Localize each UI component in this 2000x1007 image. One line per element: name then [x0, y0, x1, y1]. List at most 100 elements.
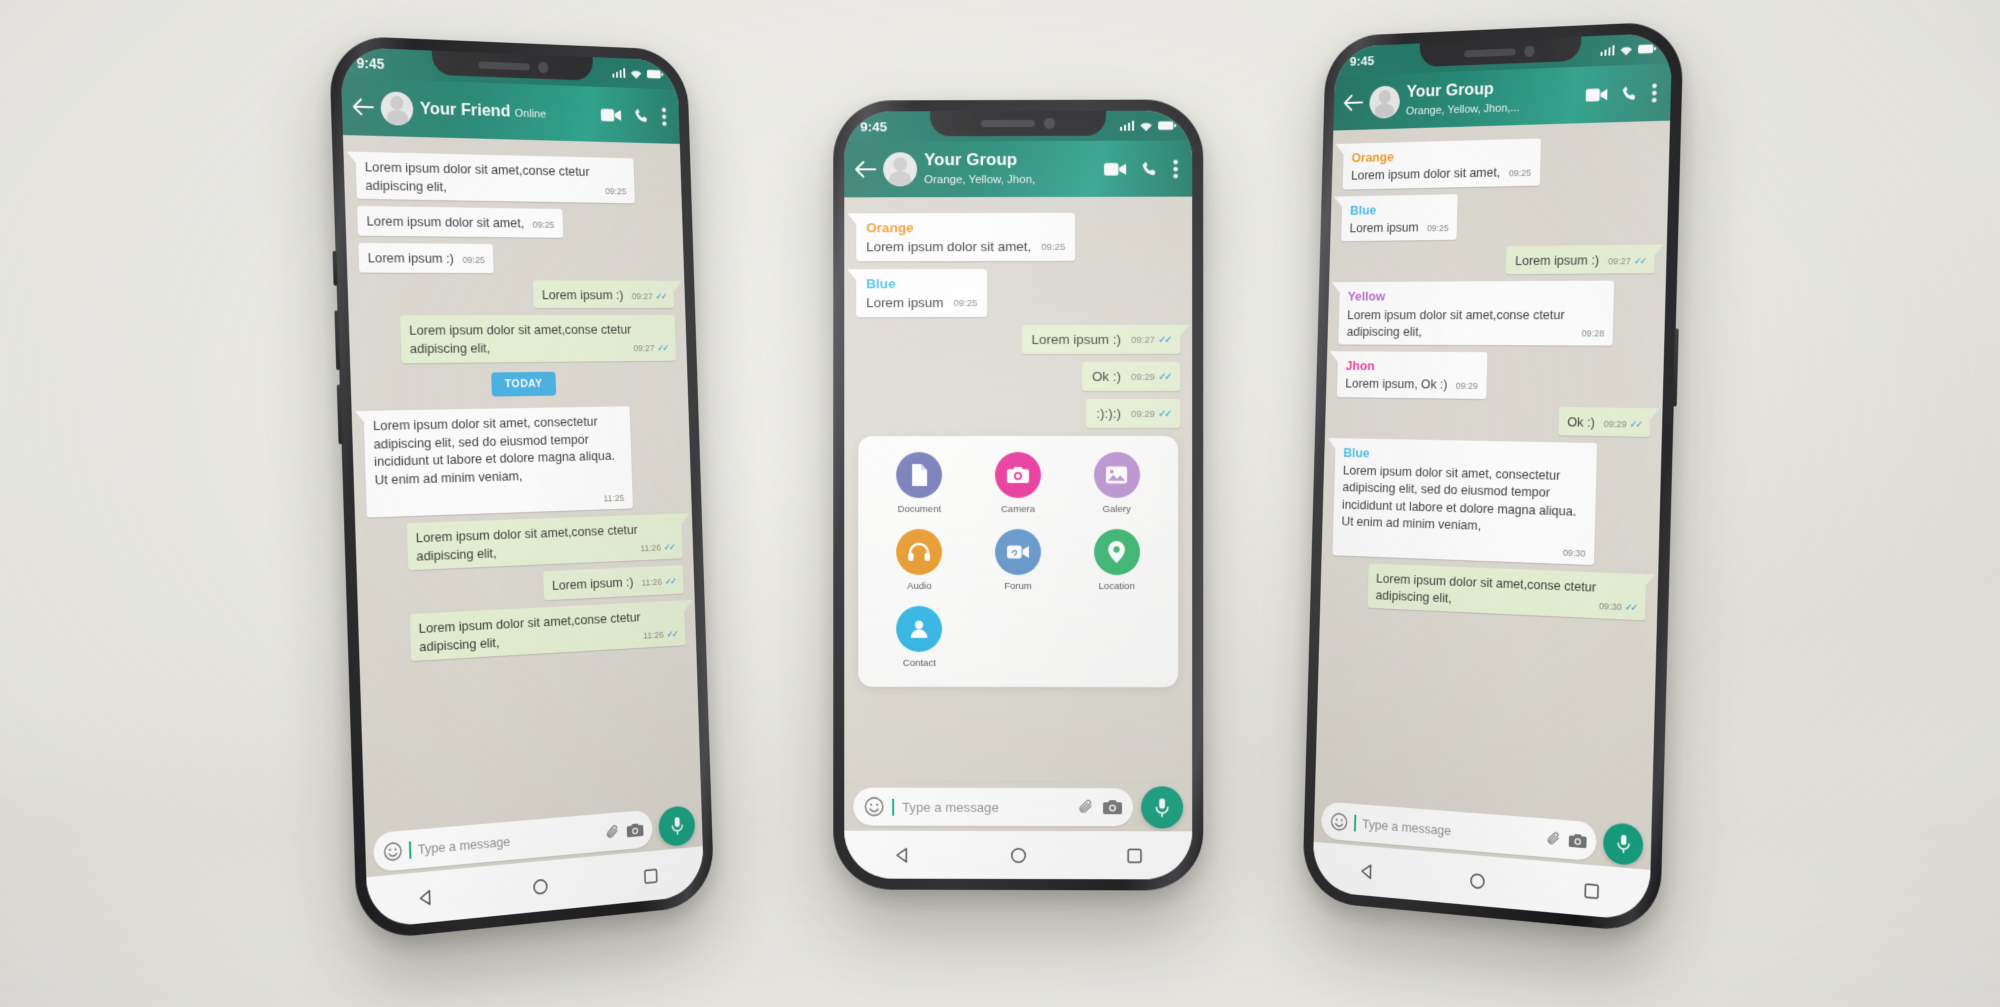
paperclip-icon[interactable]: [1545, 829, 1562, 848]
phone3-power-button[interactable]: [1672, 328, 1679, 407]
message-time: 11:25: [603, 492, 625, 504]
chat-bubble[interactable]: Ok :) 09:29 ✓✓: [1081, 362, 1181, 392]
message-text: Lorem ipsum :): [541, 287, 624, 302]
message-time: 09:27: [1607, 256, 1632, 267]
message-row: Orange Lorem ipsum dolor sit amet, 09:25: [847, 212, 1180, 262]
video-call-icon[interactable]: [600, 107, 622, 122]
phone1-volume-down-button[interactable]: [336, 384, 343, 445]
nav-home-circle-icon[interactable]: [1470, 871, 1487, 889]
nav-recents-square-icon[interactable]: [1127, 848, 1142, 863]
battery-icon: [1158, 121, 1177, 130]
chat-bubble[interactable]: Lorem ipsum dolor sit amet, consectetur …: [354, 406, 633, 518]
nav-recents-square-icon[interactable]: [1584, 882, 1599, 899]
avatar[interactable]: [380, 90, 414, 126]
nav-recents-square-icon[interactable]: [644, 868, 658, 884]
back-arrow-icon[interactable]: [1343, 94, 1363, 112]
chat-bubble[interactable]: :):):) 09:29 ✓✓: [1086, 399, 1181, 429]
voice-record-button[interactable]: [1602, 821, 1644, 867]
nav-home-circle-icon[interactable]: [533, 877, 550, 896]
sender-name: Jhon: [1345, 358, 1375, 374]
attachment-option-contact[interactable]: Contact: [870, 606, 968, 669]
attachment-option-audio[interactable]: Audio: [870, 529, 968, 592]
chat-bubble[interactable]: Lorem ipsum :) 09:27 ✓✓: [532, 280, 682, 309]
sender-name: Orange: [1351, 149, 1395, 166]
more-vertical-icon[interactable]: [661, 107, 667, 126]
back-arrow-icon[interactable]: [352, 97, 374, 116]
nav-back-triangle-icon[interactable]: [894, 846, 911, 863]
chat-bubble[interactable]: Orange Lorem ipsum dolor sit amet, 09:25: [1335, 138, 1541, 190]
avatar[interactable]: [883, 152, 918, 187]
message-text: Lorem ipsum dolor sit amet,conse ctetur …: [418, 609, 641, 655]
search-input-pill[interactable]: Type a message: [853, 787, 1134, 827]
voice-record-button[interactable]: [658, 804, 696, 848]
chat-bubble[interactable]: Blue Lorem ipsum 09:25: [1333, 193, 1459, 242]
chat-bubble[interactable]: Lorem ipsum :) 09:27 ✓✓: [1021, 325, 1190, 355]
back-arrow-icon[interactable]: [854, 160, 876, 178]
phone2-app-bar: Your Group Orange, Yellow, Jhon,: [844, 140, 1193, 198]
chat-bubble[interactable]: Lorem ipsum :) 09:25: [358, 242, 494, 273]
attachment-option-document[interactable]: Document: [870, 452, 968, 515]
paperclip-icon[interactable]: [604, 823, 620, 841]
video-call-icon[interactable]: [1585, 86, 1608, 102]
paperclip-icon[interactable]: [1077, 798, 1095, 816]
phone2-input-bar: Type a message: [844, 782, 1193, 832]
message-input[interactable]: Type a message: [1362, 816, 1539, 845]
emoji-smiley-icon[interactable]: [864, 797, 885, 817]
chat-bubble[interactable]: Lorem ipsum dolor sit amet, 09:25: [357, 206, 564, 238]
chat-bubble[interactable]: Lorem ipsum dolor sit amet,conse ctetur …: [409, 599, 693, 662]
chat-bubble[interactable]: Lorem ipsum dolor sit amet,conse ctetur …: [400, 315, 677, 364]
sender-name: Blue: [1349, 202, 1377, 218]
phone-call-icon[interactable]: [1141, 160, 1158, 177]
avatar[interactable]: [1369, 84, 1401, 119]
chat-bubble[interactable]: Yellow Lorem ipsum dolor sit amet,conse …: [1331, 280, 1615, 346]
phone1-volume-up-button[interactable]: [334, 310, 341, 371]
voice-record-button[interactable]: [1141, 786, 1184, 829]
message-text: Lorem ipsum, Ok :): [1345, 376, 1448, 393]
message-meta: 09:27 ✓✓: [1131, 331, 1170, 348]
chat-bubble[interactable]: Lorem ipsum :) 09:27 ✓✓: [1506, 244, 1664, 275]
message-input[interactable]: Type a message: [418, 826, 599, 856]
camera-icon[interactable]: [1568, 832, 1587, 849]
emoji-smiley-icon[interactable]: [383, 841, 402, 862]
attachment-option-camera[interactable]: Camera: [969, 452, 1068, 515]
phone1-mute-switch[interactable]: [332, 250, 338, 286]
phone-call-icon[interactable]: [634, 107, 650, 124]
more-vertical-icon[interactable]: [1651, 82, 1657, 103]
emoji-smiley-icon[interactable]: [1330, 811, 1348, 831]
message-time: 11:26: [641, 577, 663, 589]
headphones-icon: [896, 529, 943, 576]
message-meta: 09:25: [1509, 163, 1532, 180]
phone2-chat-list[interactable]: Orange Lorem ipsum dolor sit amet, 09:25…: [844, 196, 1193, 782]
phone3-chat-list[interactable]: Orange Lorem ipsum dolor sit amet, 09:25…: [1314, 120, 1671, 823]
phone1-chat-list[interactable]: Lorem ipsum dolor sit amet,conse ctetur …: [342, 135, 702, 830]
message-row: Blue Lorem ipsum 09:25: [1333, 190, 1656, 242]
wifi-icon: [1620, 46, 1633, 56]
signal-bars-icon: [611, 68, 626, 78]
message-input[interactable]: Type a message: [902, 799, 1069, 814]
chat-bubble[interactable]: Blue Lorem ipsum dolor sit amet, consect…: [1327, 437, 1598, 566]
chat-bubble[interactable]: Ok :) 09:29 ✓✓: [1558, 406, 1660, 437]
more-vertical-icon[interactable]: [1173, 159, 1178, 178]
chat-bubble[interactable]: Orange Lorem ipsum dolor sit amet, 09:25: [847, 212, 1076, 262]
attachment-option-location[interactable]: Location: [1067, 529, 1166, 592]
nav-home-circle-icon[interactable]: [1010, 846, 1027, 863]
camera-icon[interactable]: [626, 822, 644, 838]
camera-icon[interactable]: [1103, 799, 1122, 815]
attachment-option-forum[interactable]: Forum: [969, 529, 1068, 592]
attachment-option-gallery[interactable]: Galery: [1067, 452, 1166, 515]
nav-back-triangle-icon[interactable]: [1359, 862, 1375, 880]
chat-bubble[interactable]: Lorem ipsum dolor sit amet,conse ctetur …: [406, 513, 690, 571]
phone-call-icon[interactable]: [1621, 84, 1638, 102]
nav-back-triangle-icon[interactable]: [417, 888, 434, 907]
status-time: 9:45: [1349, 52, 1375, 69]
chat-bubble[interactable]: Lorem ipsum dolor sit amet,conse ctetur …: [346, 151, 636, 204]
chat-bubble[interactable]: Lorem ipsum :) 11:26 ✓✓: [542, 565, 684, 601]
phone-device-2: 9:45 Your Group Orange, Yellow, Jhon, Or…: [833, 99, 1204, 891]
chat-bubble[interactable]: Blue Lorem ipsum 09:25: [847, 269, 988, 318]
chat-bubble[interactable]: Lorem ipsum dolor sit amet,conse ctetur …: [1367, 563, 1656, 621]
video-call-icon[interactable]: [1104, 161, 1126, 176]
message-row: :):):) 09:29 ✓✓: [856, 399, 1181, 429]
message-row: Blue Lorem ipsum 09:25: [847, 269, 1180, 318]
chat-bubble[interactable]: Jhon Lorem ipsum, Ok :) 09:29: [1329, 351, 1488, 399]
page-title: Your Friend: [419, 98, 511, 121]
